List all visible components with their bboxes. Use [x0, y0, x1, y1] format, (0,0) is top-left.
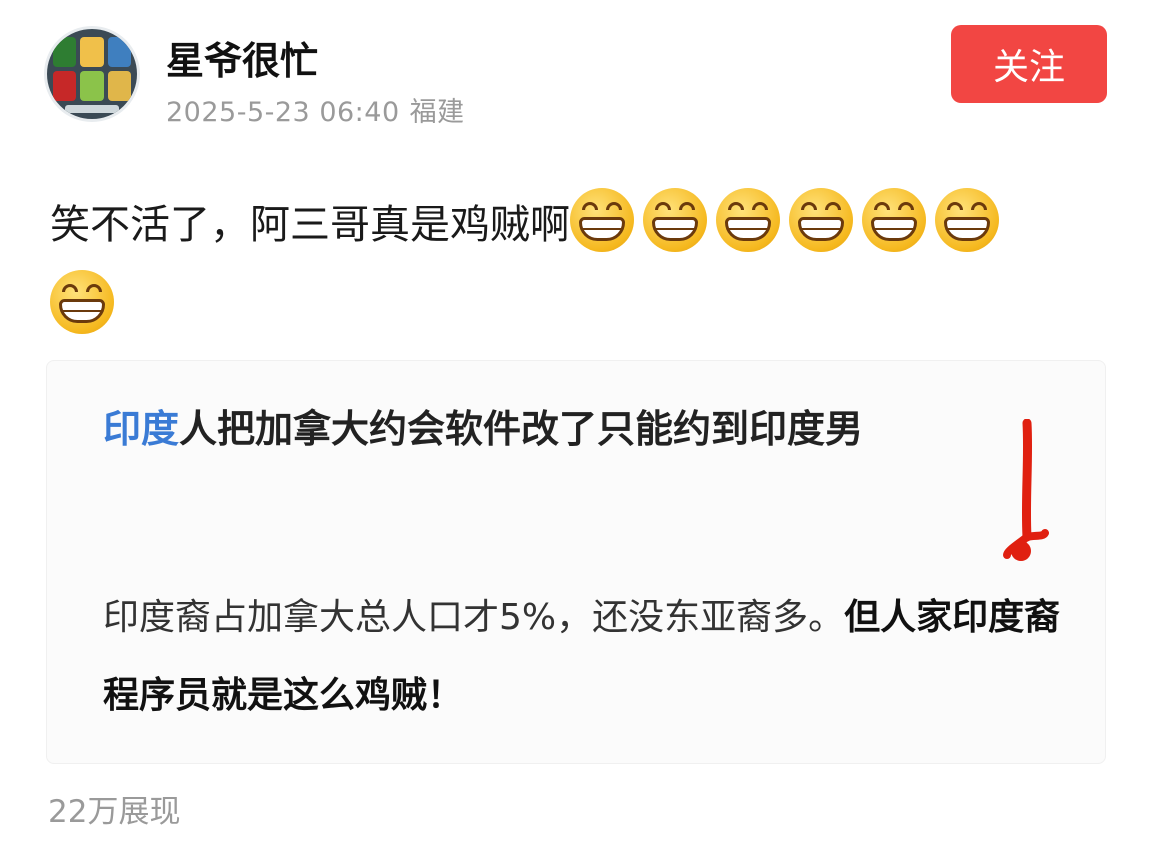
view-count: 22万展现 [48, 794, 181, 830]
author-name[interactable]: 星爷很忙 [166, 30, 318, 85]
card-title-rest: 人把加拿大约会软件改了只能约到印度男 [179, 407, 864, 451]
avatar[interactable] [44, 26, 140, 122]
post-location: 福建 [409, 97, 465, 128]
card-body: 印度裔占加拿大总人口才5%，还没东亚裔多。但人家印度裔程序员就是这么鸡贼！ [103, 579, 1063, 735]
grin-emoji [935, 188, 999, 252]
card-title-highlight: 印度 [103, 407, 180, 451]
card-body-normal: 印度裔占加拿大总人口才5%，还没东亚裔多。 [103, 597, 845, 638]
post-page: 星爷很忙 2025-5-23 06:40 福建 关注 笑不活了，阿三哥真是鸡贼啊 … [0, 0, 1152, 862]
grin-emoji [716, 188, 780, 252]
avatar-app-grid [53, 37, 131, 101]
follow-button[interactable]: 关注 [951, 25, 1107, 103]
grin-emoji [50, 270, 114, 334]
post-text: 笑不活了，阿三哥真是鸡贼啊 [50, 184, 1050, 348]
card-title: 印度人把加拿大约会软件改了只能约到印度男 [103, 397, 963, 461]
post-date: 2025-5-23 06:40 [166, 97, 400, 128]
grin-emoji [789, 188, 853, 252]
avatar-label-bar [65, 105, 119, 113]
embedded-image-card[interactable]: 印度人把加拿大约会软件改了只能约到印度男 印度裔占加拿大总人口才5%，还没东亚裔… [46, 360, 1106, 764]
post-text-content: 笑不活了，阿三哥真是鸡贼啊 [50, 202, 570, 248]
grin-emoji [643, 188, 707, 252]
post-meta: 2025-5-23 06:40 福建 [166, 90, 465, 129]
grin-emoji [570, 188, 634, 252]
grin-emoji [862, 188, 926, 252]
red-arrow-annotation [1003, 419, 1049, 561]
